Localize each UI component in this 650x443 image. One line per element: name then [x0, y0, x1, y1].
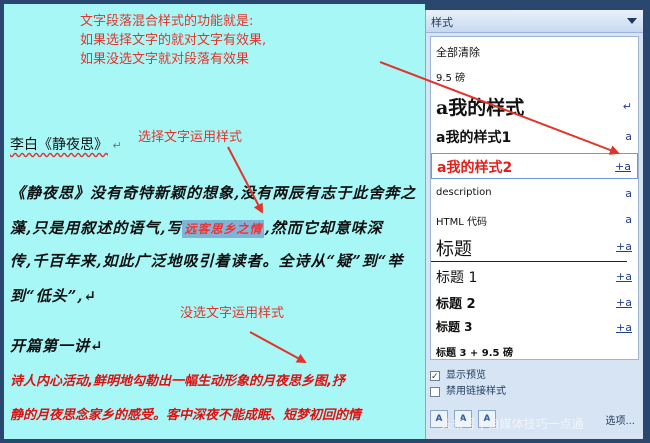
arrow-to-selected-text — [227, 146, 263, 214]
annotation-arrows — [227, 61, 620, 363]
arrow-to-paragraph — [249, 331, 307, 363]
arrow-to-style-2 — [379, 61, 620, 155]
